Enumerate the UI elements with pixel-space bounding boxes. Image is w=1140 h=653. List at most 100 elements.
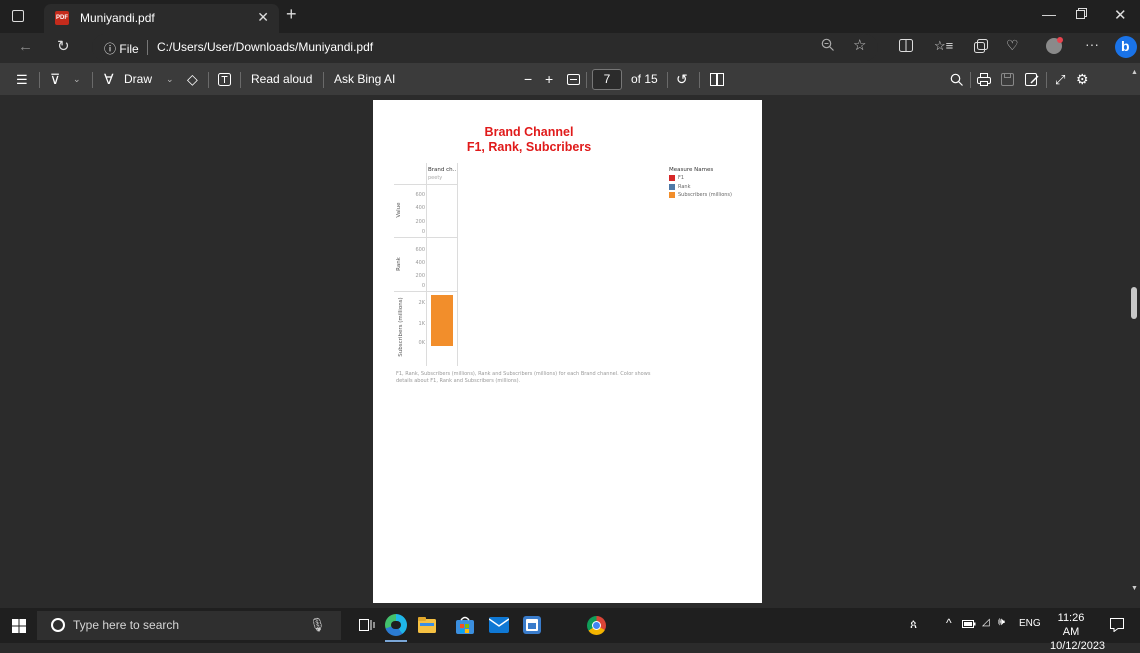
- print-icon[interactable]: [977, 63, 991, 96]
- store-icon[interactable]: [456, 616, 474, 634]
- zoom-out-icon[interactable]: −: [524, 63, 532, 96]
- erase-icon[interactable]: ◇: [187, 63, 198, 96]
- taskbar-clock[interactable]: 11:26 AM 10/12/2023: [1050, 611, 1106, 653]
- clock-date: 10/12/2023: [1050, 640, 1106, 652]
- pane-label-subscribers: Subscribers (millions): [398, 297, 404, 357]
- minimize-icon[interactable]: —: [1042, 6, 1056, 22]
- scroll-down-arrow[interactable]: ▼: [1131, 585, 1138, 592]
- address-bar-row: ← ↻ ⓘ File C:/Users/User/Downloads/Muniy…: [0, 33, 1140, 63]
- url-prefix: File: [119, 42, 139, 56]
- page-number-input[interactable]: 7: [592, 69, 622, 90]
- url-info[interactable]: ⓘ File: [104, 40, 139, 57]
- page-view-icon[interactable]: [710, 63, 724, 96]
- legend-label-f1: F1: [678, 175, 685, 181]
- search-circle-icon: [51, 618, 65, 632]
- toolbar-divider: [970, 72, 971, 88]
- pane-label-rank: Rank: [396, 257, 402, 271]
- wifi-icon[interactable]: ◿: [982, 617, 990, 628]
- tick-label: 200: [415, 273, 425, 279]
- search-icon[interactable]: [950, 63, 963, 96]
- toolbar-divider: [39, 72, 40, 88]
- scrollbar-thumb[interactable]: [1131, 287, 1137, 319]
- draw-icon[interactable]: ∀: [104, 63, 114, 96]
- toolbar-divider: [208, 72, 209, 88]
- table-of-contents-icon[interactable]: ☰: [16, 63, 28, 96]
- close-window-icon[interactable]: ✕: [1114, 6, 1127, 24]
- toolbar-divider: [240, 72, 241, 88]
- page-total-label: of 15: [631, 72, 658, 86]
- bing-copilot-icon[interactable]: b: [1115, 36, 1137, 58]
- favorite-star-icon[interactable]: ☆: [853, 36, 866, 54]
- chart-title: Brand Channel: [484, 125, 574, 139]
- highlight-icon[interactable]: ⊽: [50, 63, 60, 96]
- ask-bing-button[interactable]: Ask Bing AI: [334, 63, 395, 96]
- tab-actions-icon[interactable]: [12, 10, 24, 22]
- show-hidden-icons-chevron-icon[interactable]: ^: [946, 616, 952, 630]
- refresh-icon[interactable]: ↻: [57, 37, 70, 55]
- edge-browser-icon[interactable]: [385, 614, 407, 636]
- save-icon[interactable]: [1001, 63, 1014, 96]
- restore-icon[interactable]: [1076, 8, 1087, 19]
- fit-to-page-icon[interactable]: [567, 63, 580, 96]
- settings-gear-icon[interactable]: ⚙: [1076, 63, 1089, 96]
- back-icon[interactable]: ←: [18, 38, 33, 55]
- url-divider: [147, 40, 148, 55]
- toolbar-divider: [92, 72, 93, 88]
- microphone-icon[interactable]: 🎙: [309, 617, 326, 633]
- draw-button[interactable]: Draw: [124, 63, 152, 96]
- read-aloud-button[interactable]: Read aloud: [251, 63, 312, 96]
- tab-title: Muniyandi.pdf: [80, 11, 155, 25]
- toolbar-divider: [1046, 72, 1047, 88]
- viewer-scrollbar[interactable]: ▲ ▼: [1128, 69, 1140, 608]
- zoom-icon[interactable]: [821, 38, 835, 52]
- category-label: peety: [428, 175, 443, 181]
- info-icon: ⓘ: [104, 42, 117, 56]
- toolbar-divider: [699, 72, 700, 88]
- new-tab-icon[interactable]: +: [286, 4, 297, 25]
- photos-app-icon[interactable]: [523, 616, 541, 634]
- mail-icon[interactable]: [489, 617, 509, 633]
- task-view-icon[interactable]: [359, 617, 375, 633]
- fullscreen-icon[interactable]: ⤢: [1055, 63, 1065, 96]
- windows-start-icon[interactable]: [12, 619, 26, 633]
- scroll-up-arrow[interactable]: ▲: [1131, 69, 1138, 76]
- url-field[interactable]: ⓘ File C:/Users/User/Downloads/Muniyandi…: [92, 34, 878, 61]
- add-text-icon[interactable]: [218, 63, 231, 96]
- file-explorer-icon[interactable]: [418, 617, 436, 633]
- profile-avatar[interactable]: [1046, 37, 1063, 54]
- close-tab-icon[interactable]: ✕: [257, 9, 269, 26]
- highlight-dropdown-icon[interactable]: ⌄: [73, 63, 81, 96]
- save-as-icon[interactable]: [1025, 63, 1039, 96]
- axis-line-left: [426, 163, 427, 366]
- collections-icon[interactable]: [974, 39, 988, 53]
- chart-caption: F1, Rank, Subscribers (millions), Rank a…: [396, 371, 651, 384]
- split-screen-icon[interactable]: [899, 39, 913, 52]
- tick-label: 400: [415, 260, 425, 266]
- axis-line-right: [457, 163, 458, 366]
- taskbar-search-placeholder: Type here to search: [73, 618, 180, 632]
- zoom-in-icon[interactable]: +: [545, 63, 553, 96]
- active-app-indicator: [385, 640, 407, 642]
- taskbar-search[interactable]: Type here to search 🎙: [37, 611, 341, 640]
- people-icon[interactable]: ጰ: [910, 617, 917, 632]
- heart-health-icon[interactable]: ♡: [1006, 37, 1019, 54]
- legend-label-rank: Rank: [678, 184, 691, 190]
- pane-divider: [394, 291, 457, 292]
- profile-notification-dot: [1057, 37, 1063, 43]
- taskbar: Type here to search 🎙 ጰ ^ ◿ 🕪 ENG 11:26 …: [0, 608, 1140, 652]
- tick-label: 0: [421, 229, 425, 235]
- bar-subscribers[interactable]: [431, 295, 453, 346]
- tick-label: 600: [415, 192, 425, 198]
- more-options-icon[interactable]: ···: [1085, 36, 1099, 52]
- notifications-icon[interactable]: [1110, 618, 1124, 632]
- tick-label: 0K: [418, 340, 425, 346]
- battery-icon[interactable]: [962, 620, 976, 628]
- language-indicator[interactable]: ENG: [1019, 618, 1041, 629]
- rotate-icon[interactable]: ↺: [676, 63, 688, 96]
- volume-icon[interactable]: 🕪: [998, 616, 1005, 629]
- favorites-icon[interactable]: ☆≡: [934, 38, 953, 54]
- chrome-icon[interactable]: [587, 616, 606, 635]
- legend-swatch-subscribers: [669, 192, 675, 198]
- browser-tab[interactable]: PDF Muniyandi.pdf ✕: [44, 4, 279, 33]
- draw-dropdown-icon[interactable]: ⌄: [166, 63, 174, 96]
